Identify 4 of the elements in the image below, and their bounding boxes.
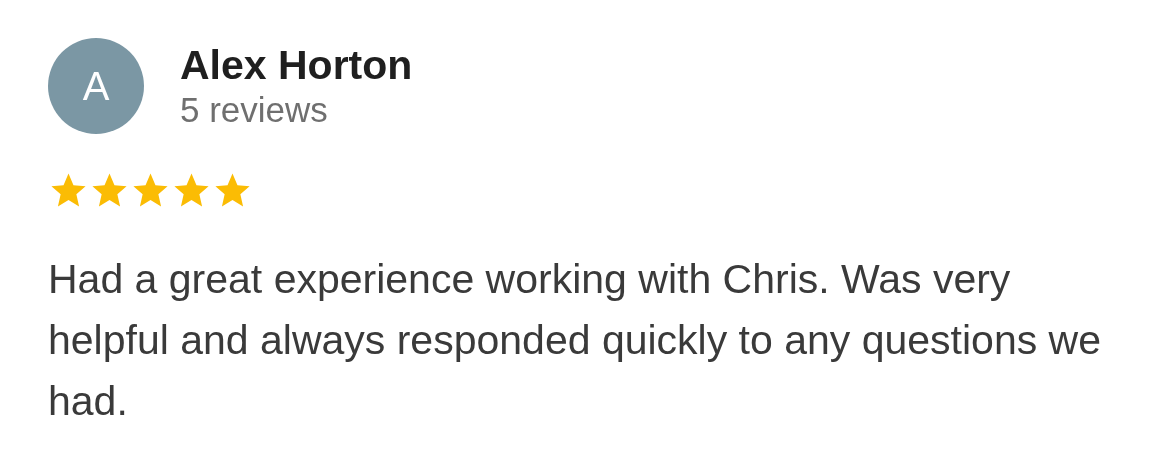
review-count: 5 reviews xyxy=(180,91,329,129)
reviewer-name: Alex Horton xyxy=(180,43,413,87)
avatar: A xyxy=(48,38,144,134)
review-text: Had a great experience working with Chris. Was very helpful and always responded quickly to any questions we had. xyxy=(48,255,1102,426)
